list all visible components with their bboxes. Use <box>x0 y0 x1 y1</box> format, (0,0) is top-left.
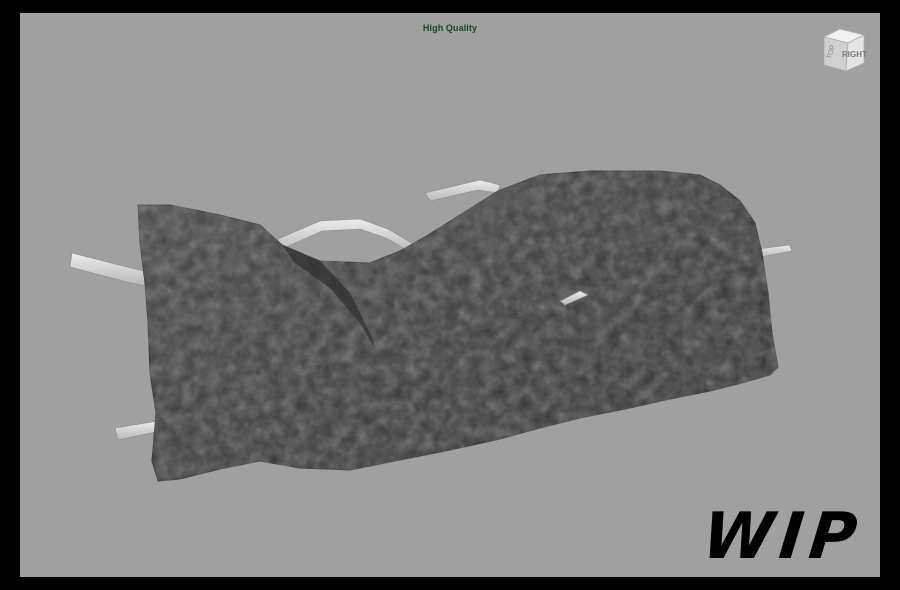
3d-viewport[interactable]: High Quality TOP RIGHT WIP <box>20 13 880 577</box>
view-cube-icon[interactable]: TOP RIGHT <box>820 27 870 77</box>
bar-left-upper <box>69 252 151 287</box>
wip-stamp: WIP <box>698 500 866 574</box>
bar-right <box>757 244 793 258</box>
view-cube-face-label: RIGHT <box>842 50 867 59</box>
rock-mesh <box>137 170 779 482</box>
bar-left-lower <box>114 420 161 441</box>
render-quality-label: High Quality <box>422 23 478 33</box>
bar-top-center <box>277 218 416 254</box>
scene-canvas <box>69 170 793 482</box>
